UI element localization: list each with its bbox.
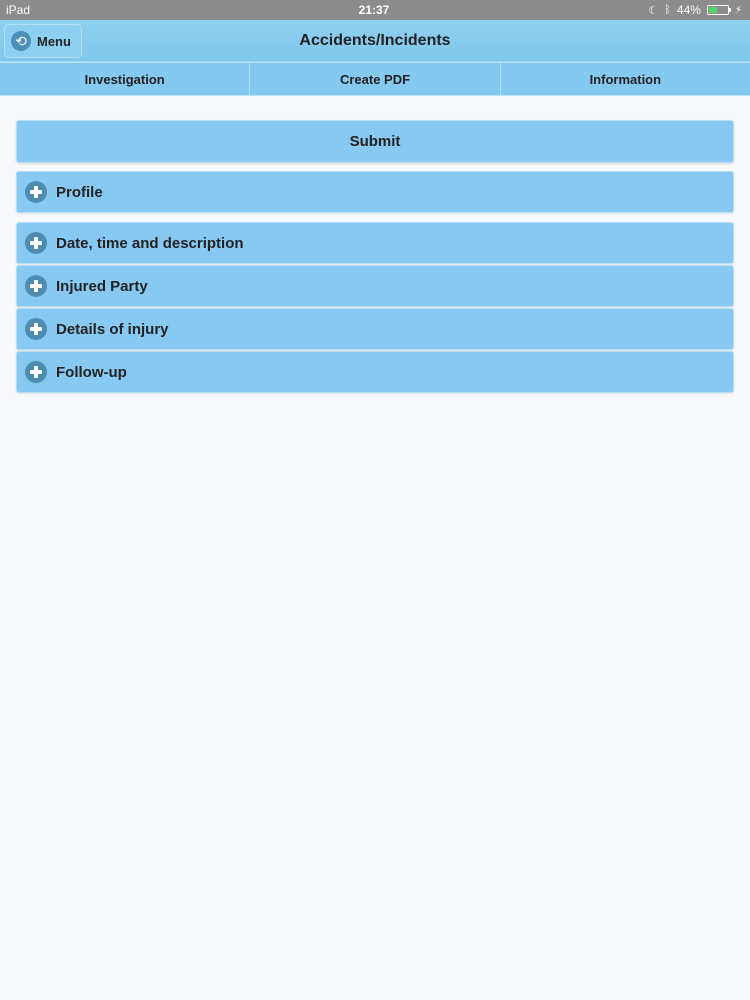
main-content: Submit Profile Date, time and descriptio… <box>16 120 734 393</box>
status-indicators: ☾ ᛒ 44% ⚡ <box>497 3 742 17</box>
plus-icon <box>25 275 47 297</box>
charging-icon: ⚡ <box>734 4 742 16</box>
plus-icon <box>25 318 47 340</box>
battery-percent: 44% <box>676 3 701 17</box>
section-label: Details of injury <box>56 320 169 338</box>
tab-create-pdf[interactable]: Create PDF <box>250 62 501 95</box>
section-label: Follow-up <box>56 363 127 381</box>
bluetooth-icon: ᛒ <box>664 4 671 16</box>
status-time: 21:37 <box>358 3 390 17</box>
back-arrow-icon: ⟲ <box>11 31 31 51</box>
section-label: Profile <box>56 183 103 201</box>
section-label: Injured Party <box>56 277 148 295</box>
section-details-of-injury[interactable]: Details of injury <box>16 308 734 350</box>
section-label: Date, time and description <box>56 234 244 252</box>
status-bar: iPad 21:37 ☾ ᛒ 44% ⚡ <box>0 0 750 20</box>
plus-icon <box>25 361 47 383</box>
tab-investigation[interactable]: Investigation <box>0 62 251 95</box>
device-name: iPad <box>6 3 31 17</box>
section-profile[interactable]: Profile <box>16 171 734 213</box>
menu-button[interactable]: ⟲ Menu <box>4 24 82 58</box>
plus-icon <box>25 232 47 254</box>
section-follow-up[interactable]: Follow-up <box>16 351 734 393</box>
page-title: Accidents/Incidents <box>299 32 451 49</box>
battery-icon <box>706 5 731 15</box>
section-date-time-description[interactable]: Date, time and description <box>16 222 734 264</box>
section-injured-party[interactable]: Injured Party <box>16 265 734 307</box>
tab-information[interactable]: Information <box>500 62 750 95</box>
moon-icon: ☾ <box>648 4 659 17</box>
header-bar: ⟲ Menu Accidents/Incidents <box>0 20 750 62</box>
submit-button[interactable]: Submit <box>16 120 734 163</box>
battery-fill <box>708 7 717 13</box>
menu-label: Menu <box>37 33 71 49</box>
plus-icon <box>25 181 47 203</box>
tab-bar: Investigation Create PDF Information <box>0 62 750 96</box>
